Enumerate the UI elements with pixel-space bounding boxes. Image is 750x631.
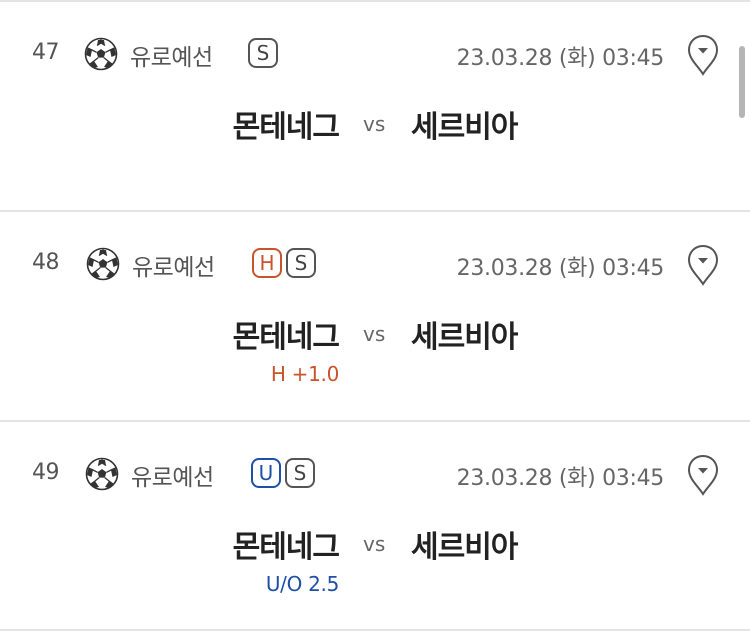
map-pin-icon[interactable] bbox=[686, 34, 720, 76]
home-team: 몬테네그 bbox=[232, 110, 340, 145]
away-team: 세르비아 bbox=[411, 110, 518, 145]
under-over-value: U/O 2.5 bbox=[265, 572, 339, 596]
match-number: 47 bbox=[32, 40, 60, 65]
map-pin-icon[interactable] bbox=[686, 244, 720, 286]
bet-type-badges: U S bbox=[251, 458, 315, 488]
special-badge: S bbox=[286, 248, 316, 278]
soccer-ball-icon bbox=[84, 37, 118, 71]
away-team: 세르비아 bbox=[411, 530, 518, 565]
special-badge: S bbox=[285, 458, 315, 488]
match-datetime: 23.03.28 (화) 03:45 bbox=[456, 466, 665, 491]
match-number: 49 bbox=[32, 460, 60, 485]
vs-label: vs bbox=[363, 112, 386, 136]
special-badge: S bbox=[248, 38, 278, 68]
soccer-ball-icon bbox=[86, 247, 120, 281]
bet-type-badges: S bbox=[248, 38, 278, 68]
match-card-48[interactable]: 48 유로예선 H S 23.03.28 (화) 03:45 몬테네그 vs 세… bbox=[0, 212, 750, 420]
league-name: 유로예선 bbox=[130, 45, 213, 71]
vs-label: vs bbox=[363, 322, 386, 346]
bet-type-badges: H S bbox=[252, 248, 316, 278]
handicap-badge: H bbox=[252, 248, 282, 278]
scrollbar-thumb[interactable] bbox=[739, 46, 745, 118]
league-name: 유로예선 bbox=[131, 465, 214, 491]
map-pin-icon[interactable] bbox=[686, 454, 720, 496]
vs-label: vs bbox=[363, 532, 386, 556]
match-card-47[interactable]: 47 유로예선 S 23.03.28 (화) 03:45 몬테네그 vs 세르비… bbox=[0, 2, 750, 210]
under-over-badge: U bbox=[251, 458, 281, 488]
league-name: 유로예선 bbox=[132, 255, 215, 281]
match-number: 48 bbox=[32, 250, 60, 275]
home-team: 몬테네그 bbox=[232, 530, 340, 565]
home-team: 몬테네그 bbox=[232, 320, 340, 355]
match-card-49[interactable]: 49 유로예선 U S 23.03.28 (화) 03:45 몬테네그 vs 세… bbox=[0, 422, 750, 630]
match-datetime: 23.03.28 (화) 03:45 bbox=[456, 46, 665, 71]
match-datetime: 23.03.28 (화) 03:45 bbox=[456, 256, 665, 281]
soccer-ball-icon bbox=[85, 457, 119, 491]
away-team: 세르비아 bbox=[411, 320, 518, 355]
handicap-value: H +1.0 bbox=[270, 362, 339, 386]
